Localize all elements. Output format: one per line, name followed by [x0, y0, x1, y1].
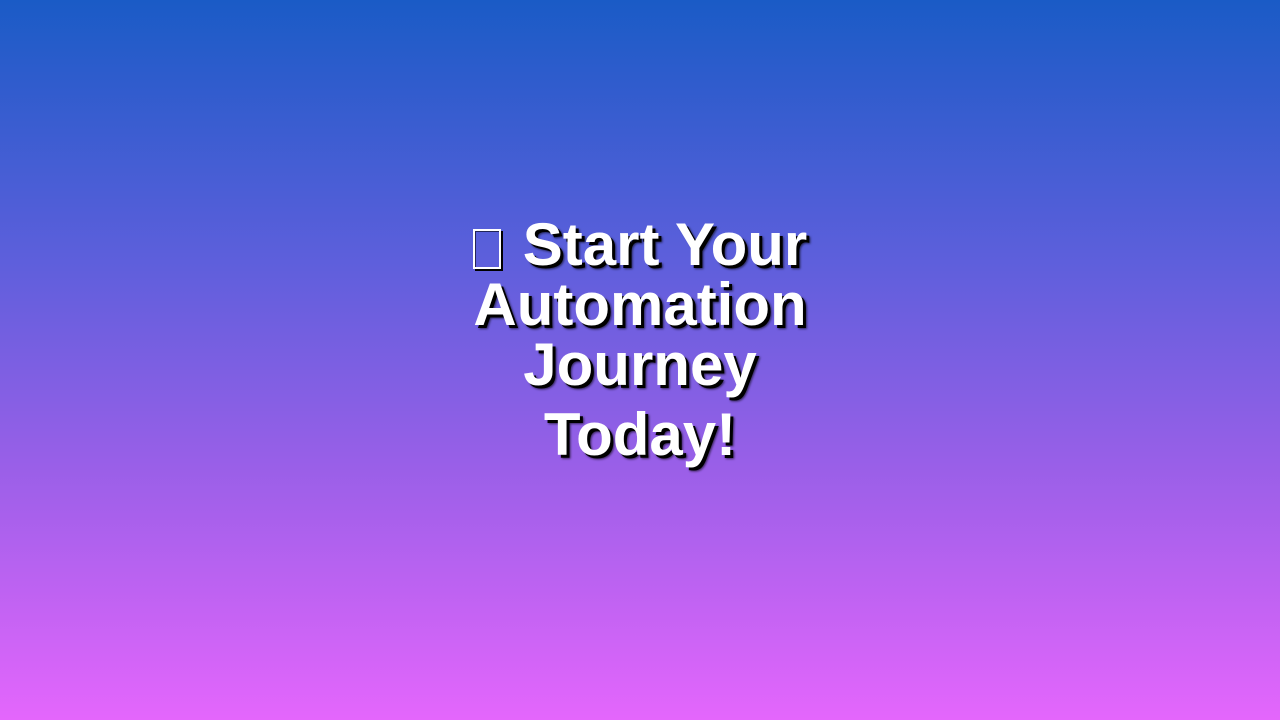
hero-headline: Start Your Automation Journey Today!: [360, 214, 920, 468]
headline-line-2: Automation Journey: [473, 270, 807, 398]
headline-line-1: Start Your: [360, 214, 920, 275]
headline-line-3: Today!: [543, 400, 737, 468]
hero-stage: Start Your Automation Journey Today!: [0, 0, 1280, 720]
headline-text-1: Start Your: [522, 210, 808, 278]
rocket-icon: [472, 228, 501, 269]
